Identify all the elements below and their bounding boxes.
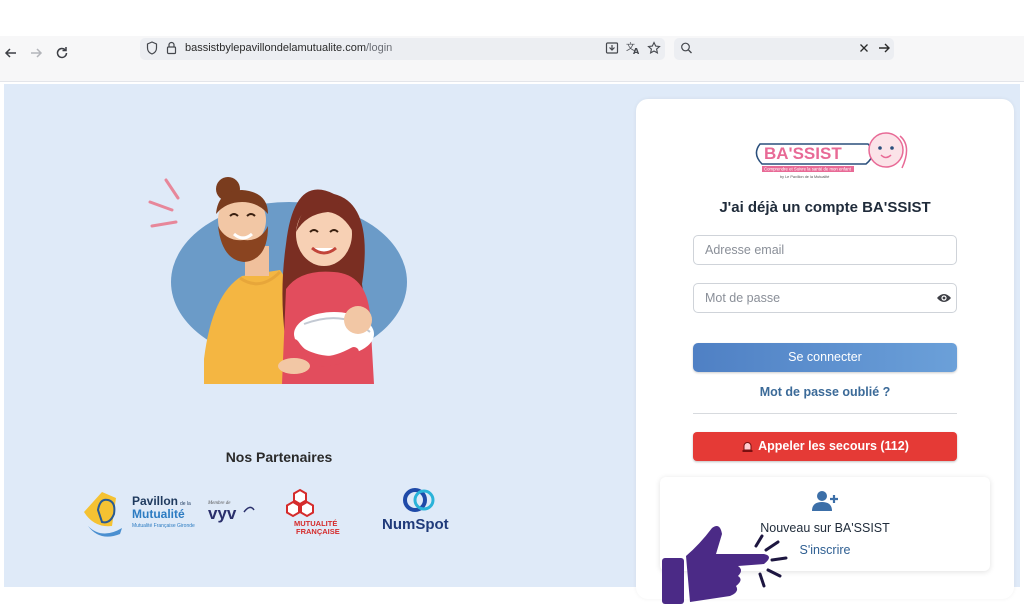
pavillon-line2: Mutualité bbox=[132, 507, 185, 521]
go-arrow-icon[interactable] bbox=[877, 41, 891, 60]
logo-sub: by Le Pavillon de la Mutualité bbox=[780, 175, 829, 179]
partner-logo-mutualite-francaise[interactable]: MUTUALITÉ FRANÇAISE bbox=[282, 484, 352, 539]
window-top-strip bbox=[0, 0, 1024, 36]
login-title: J'ai déjà un compte BA'SSIST bbox=[719, 199, 931, 216]
partner-logo-pavillon[interactable]: Pavillon de la Mutualité Mutualité Franç… bbox=[82, 484, 197, 539]
partner-logo-vyv[interactable]: Membre de vyv bbox=[206, 484, 261, 539]
clear-search-icon[interactable] bbox=[858, 41, 870, 60]
translate-icon[interactable]: 文A bbox=[626, 41, 641, 60]
svg-text:A: A bbox=[633, 47, 640, 55]
forward-icon[interactable] bbox=[25, 42, 47, 64]
back-icon[interactable] bbox=[0, 42, 22, 64]
logo-text: BA'SSIST bbox=[764, 144, 842, 163]
logo-tagline: Comprendre et Suivre la santé de mon enf… bbox=[764, 167, 852, 172]
emergency-call-button[interactable]: Appeler les secours (112) bbox=[693, 432, 957, 461]
family-illustration bbox=[148, 177, 407, 384]
siren-icon bbox=[742, 442, 753, 452]
pavillon-line1: Pavillon bbox=[132, 494, 178, 508]
show-password-icon[interactable] bbox=[936, 292, 952, 304]
bookmark-star-icon[interactable] bbox=[647, 41, 661, 60]
vyv-text: vyv bbox=[208, 504, 237, 523]
page-content: Nos Partenaires Pavillon de la Mutualité… bbox=[4, 84, 1020, 599]
numspot-text: NumSpot bbox=[382, 516, 449, 533]
pavillon-line3: Mutualité Française Gironde bbox=[132, 523, 195, 529]
divider bbox=[693, 413, 957, 414]
login-button[interactable]: Se connecter bbox=[693, 343, 957, 372]
url-domain: bassistbylepavillondelamutualite.com bbox=[185, 42, 366, 54]
partner-logo-numspot[interactable]: NumSpot bbox=[378, 484, 464, 539]
emergency-label: Appeler les secours (112) bbox=[758, 439, 909, 453]
lock-icon[interactable] bbox=[166, 41, 177, 60]
password-field[interactable] bbox=[693, 283, 957, 313]
search-bar[interactable] bbox=[674, 38, 894, 60]
shield-icon[interactable] bbox=[146, 41, 158, 60]
mutualite-line2: FRANÇAISE bbox=[296, 527, 340, 536]
url-path: /login bbox=[365, 42, 393, 54]
url-text[interactable]: bassistbylepavillondelamutualite.com/log… bbox=[185, 42, 392, 54]
partners-title: Nos Partenaires bbox=[225, 449, 333, 465]
email-field[interactable] bbox=[693, 235, 957, 265]
pointing-hand-icon bbox=[662, 526, 788, 604]
search-icon[interactable] bbox=[680, 41, 693, 60]
forgot-password-link[interactable]: Mot de passe oublié ? bbox=[693, 385, 957, 399]
install-app-icon[interactable] bbox=[605, 41, 619, 60]
reload-icon[interactable] bbox=[51, 42, 73, 64]
address-bar[interactable]: bassistbylepavillondelamutualite.com/log… bbox=[140, 38, 665, 60]
bassist-logo: BA'SSIST Comprendre et Suivre la santé d… bbox=[755, 132, 908, 179]
add-user-icon bbox=[812, 491, 838, 511]
